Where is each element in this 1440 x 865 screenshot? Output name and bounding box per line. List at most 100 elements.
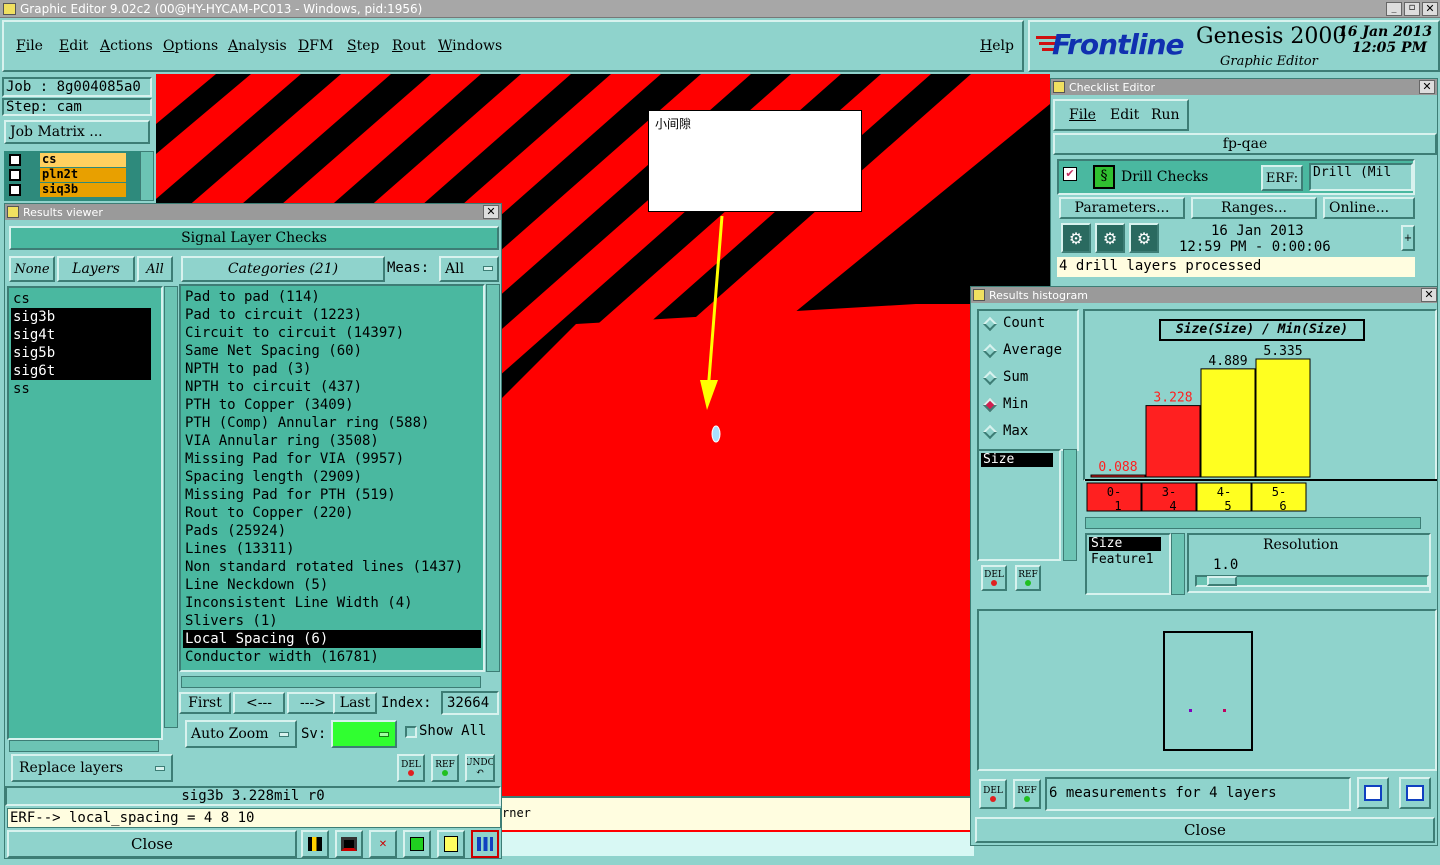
layer-list-item[interactable]: sig4t [11,326,151,344]
show-all-checkbox[interactable] [405,726,417,738]
none-button[interactable]: None [9,256,55,282]
meas-dropdown[interactable]: All [439,256,499,282]
layer-list-item[interactable]: sig3b [11,308,151,326]
ranges-button[interactable]: Ranges... [1191,197,1317,219]
undo-button[interactable]: UNDO ↶ [465,754,495,782]
results-viewer-close-icon[interactable]: ✕ [483,205,499,219]
menu-step[interactable]: Step [347,38,379,54]
checklist-menu-file[interactable]: File [1069,107,1096,123]
histogram-bar[interactable] [1145,405,1201,478]
run-action-icon[interactable]: ⚙ [1095,223,1125,253]
run-check-icon[interactable]: ⚙ [1061,223,1091,253]
sort-list-item-size[interactable]: Size [1089,537,1161,551]
checklist-menu-edit[interactable]: Edit [1110,107,1139,123]
parameters-button[interactable]: Parameters... [1059,197,1185,219]
layer-row-siq3b[interactable]: siq3b [4,182,128,197]
menu-rout[interactable]: Rout [392,38,426,54]
last-button[interactable]: Last [333,692,377,714]
layers-list-vscroll[interactable] [164,286,178,728]
category-list-item[interactable]: NPTH to pad (3) [183,360,481,378]
size-list-item[interactable]: Size [981,453,1053,467]
ref-button[interactable]: REF [431,754,459,782]
mode-radio-average[interactable]: Average [979,338,1077,365]
erf-command-line[interactable]: ERF--> local_spacing = 4 8 10 [7,808,501,828]
job-matrix-button[interactable]: Job Matrix ... [4,120,150,144]
category-list-item[interactable]: Rout to Copper (220) [183,504,481,522]
zoom-to-feature-icon[interactable] [1357,777,1389,809]
chart-bars-icon[interactable] [301,830,329,858]
del-button[interactable]: DEL [397,754,425,782]
menu-analysis[interactable]: Analysis [228,38,287,54]
checklist-menu-run[interactable]: Run [1151,107,1180,123]
checklist-editor-close-icon[interactable]: ✕ [1419,80,1435,94]
radio-diamond-icon[interactable] [982,343,998,359]
sort-list[interactable]: Size Feature1 [1085,533,1171,595]
category-list-item[interactable]: Lines (13311) [183,540,481,558]
mode-radio-sum[interactable]: Sum [979,365,1077,392]
category-list-item[interactable]: NPTH to circuit (437) [183,378,481,396]
menu-dfm[interactable]: DFM [298,38,333,54]
check-enabled-checkbox[interactable]: ✔ [1063,167,1077,181]
menu-edit[interactable]: Edit [59,38,88,54]
check-row[interactable]: ✔ § Drill Checks ERF: Drill (Mil [1057,159,1415,195]
index-input[interactable]: 32664 [441,691,499,715]
category-list-item[interactable]: VIA Annular ring (3508) [183,432,481,450]
online-button[interactable]: Online... [1323,197,1415,219]
histogram-size-ref-button[interactable]: REF [1015,565,1041,591]
category-list-item[interactable]: Pad to pad (114) [183,288,481,306]
layer-row-cs[interactable]: cs [4,152,128,167]
results-histogram-close-icon[interactable]: ✕ [1421,288,1437,302]
histogram-bar[interactable] [1200,368,1256,478]
annotation-note[interactable]: 小间隙 [648,110,862,212]
categories-list[interactable]: Pad to pad (114) Pad to circuit (1223) Cir… [179,284,485,672]
sort-list-item-feature1[interactable]: Feature1 [1089,551,1167,569]
category-list-item[interactable]: Non standard rotated lines (1437) [183,558,481,576]
menu-options[interactable]: Options [163,38,218,54]
mode-radio-count[interactable]: Count [979,311,1077,338]
layer-checkbox[interactable] [9,169,21,181]
radio-diamond-icon[interactable] [982,397,998,413]
categories-button[interactable]: Categories (21) [181,256,385,282]
resolution-slider[interactable] [1195,575,1429,587]
mode-radio-min[interactable]: Min [979,392,1077,419]
layer-list-scrollbar[interactable] [140,151,154,201]
erf-value[interactable]: Drill (Mil [1309,163,1413,191]
size-list-vscroll[interactable] [1063,449,1077,561]
histogram-del-button[interactable]: DEL [979,779,1007,809]
numbered-list-icon[interactable] [403,830,431,858]
category-list-item[interactable]: PTH to Copper (3409) [183,396,481,414]
minimize-icon[interactable]: _ [1386,2,1402,16]
replace-layers-dropdown[interactable]: Replace layers [11,754,173,782]
category-list-item[interactable]: Circuit to circuit (14397) [183,324,481,342]
category-list-item[interactable]: Local Spacing (6) [183,630,481,648]
ref-cross-icon[interactable]: ✕ [369,830,397,858]
layers-button[interactable]: Layers [57,256,135,282]
auto-zoom-dropdown[interactable]: Auto Zoom [185,720,297,748]
monitor-icon[interactable] [335,830,363,858]
category-list-item[interactable]: Missing Pad for VIA (9957) [183,450,481,468]
zoom-to-all-icon[interactable] [1399,777,1431,809]
category-list-item[interactable]: PTH (Comp) Annular ring (588) [183,414,481,432]
histogram-size-del-button[interactable]: DEL [981,565,1007,591]
menu-file[interactable]: File [16,38,43,54]
size-list[interactable]: Size [977,449,1061,561]
category-list-item[interactable]: Pads (25924) [183,522,481,540]
category-list-item[interactable]: Inconsistent Line Width (4) [183,594,481,612]
maximize-icon[interactable]: ▫ [1404,2,1420,16]
sv-color-dropdown[interactable] [331,720,397,748]
layer-checkbox[interactable] [9,154,21,166]
radio-diamond-icon[interactable] [982,424,998,440]
menu-actions[interactable]: Actions [100,38,153,54]
next-button[interactable]: ---> [287,692,339,714]
layer-list-item[interactable]: sig6t [11,362,151,380]
category-list-item[interactable]: Spacing length (2909) [183,468,481,486]
radio-diamond-icon[interactable] [982,316,998,332]
prev-button[interactable]: <--- [233,692,285,714]
histogram-ref-button[interactable]: REF [1013,779,1041,809]
histogram-bar[interactable] [1090,474,1146,478]
layers-list-hscroll[interactable] [9,740,159,752]
layer-checkbox[interactable] [9,184,21,196]
category-list-item[interactable]: Pad to circuit (1223) [183,306,481,324]
layer-list-item[interactable]: cs [11,290,151,308]
category-list-item[interactable]: Missing Pad for PTH (519) [183,486,481,504]
